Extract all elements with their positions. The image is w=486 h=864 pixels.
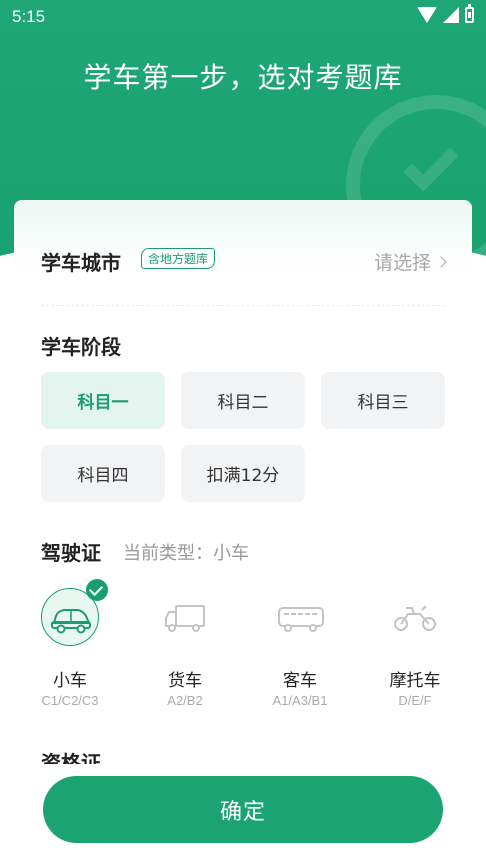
stage-title: 学车阶段 — [41, 335, 121, 359]
status-bar: 5:15 — [0, 0, 486, 32]
local-question-bank-tag: 含地方题库 — [141, 248, 216, 269]
qualification-title-text: 资格证 — [41, 751, 101, 764]
status-icons — [417, 4, 474, 23]
vehicle-classes: C1/C2/C3 — [41, 693, 99, 708]
vehicle-classes: A1/A3/B1 — [272, 693, 328, 708]
chevron-right-icon — [435, 255, 447, 268]
vehicle-classes: A2/B2 — [167, 693, 203, 708]
status-time: 5:15 — [12, 7, 46, 26]
vehicle-name: 货车 — [168, 671, 202, 691]
stage-option-subject-1[interactable]: 科目一 — [41, 372, 165, 429]
vehicle-name: 小车 — [53, 671, 87, 691]
vehicle-option-truck[interactable]: 货车 A2/B2 — [130, 582, 240, 708]
stage-option-subject-4[interactable]: 科目四 — [41, 445, 165, 502]
city-select[interactable]: 请选择 — [373, 248, 447, 275]
vehicle-option-car[interactable]: 小车 C1/C2/C3 — [15, 579, 125, 708]
city-select-label: 请选择 — [373, 252, 431, 274]
vehicle-option-bus[interactable]: 客车 A1/A3/B1 — [245, 582, 355, 708]
city-title: 学车城市 — [41, 251, 121, 275]
wifi-icon — [417, 7, 437, 23]
vehicle-classes: D/E/F — [398, 693, 432, 708]
qualification-title: 资格证 — [41, 750, 241, 764]
car-icon — [41, 579, 108, 646]
current-license-type: 当前类型：小车 — [123, 543, 249, 564]
vehicle-option-motorcycle[interactable]: 摩托车 D/E/F — [360, 582, 470, 708]
stage-option-subject-2[interactable]: 科目二 — [181, 372, 305, 429]
truck-icon — [156, 588, 214, 646]
motorcycle-icon — [386, 588, 444, 646]
vehicle-name: 摩托车 — [389, 671, 441, 691]
signal-icon — [443, 7, 459, 23]
selection-card: 学车城市 含地方题库 请选择 学车阶段 科目一 科目二 科目三 科目四 扣满12… — [14, 200, 472, 800]
divider — [41, 305, 445, 306]
stage-option-subject-3[interactable]: 科目三 — [321, 372, 445, 429]
city-row[interactable]: 学车城市 含地方题库 请选择 — [41, 245, 447, 275]
license-title: 驾驶证 — [41, 541, 101, 565]
bus-icon — [271, 588, 329, 646]
page-headline: 学车第一步，选对考题库 — [83, 61, 403, 94]
stage-option-12-points[interactable]: 扣满12分 — [181, 445, 305, 502]
confirm-button[interactable]: 确定 — [43, 776, 443, 843]
vehicle-name: 客车 — [283, 671, 317, 691]
selected-check-icon — [86, 579, 108, 601]
battery-icon — [465, 4, 474, 23]
